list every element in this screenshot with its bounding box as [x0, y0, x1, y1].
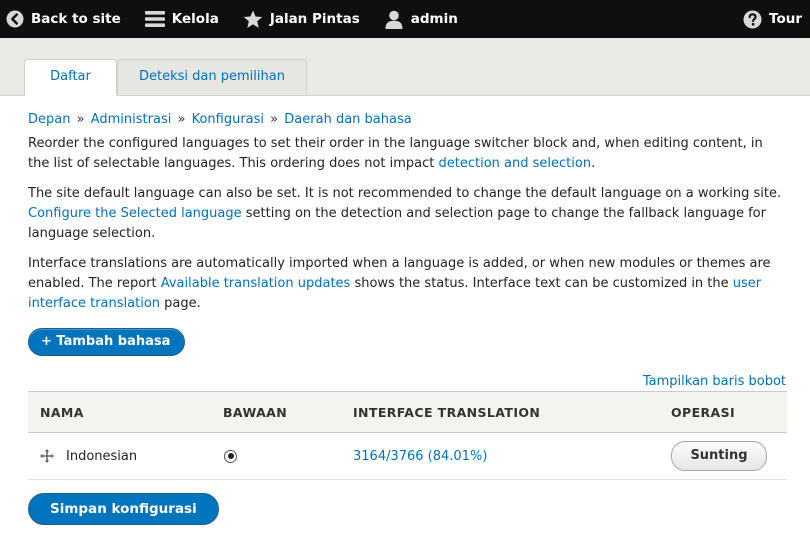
user-label: admin — [410, 11, 458, 27]
intro-text: . — [591, 156, 596, 171]
intro-text: The site default language can also be se… — [28, 186, 782, 201]
column-header-default: BAWAAN — [223, 391, 353, 433]
back-arrow-icon — [6, 10, 24, 28]
tour-button[interactable]: Tour — [743, 0, 802, 38]
edit-button[interactable]: Sunting — [671, 441, 767, 471]
primary-tabs: Daftar Deteksi dan pemilihan — [0, 38, 810, 96]
tab-list[interactable]: Daftar — [24, 59, 117, 96]
breadcrumb-regional-language[interactable]: Daerah dan bahasa — [284, 112, 411, 127]
user-icon — [384, 10, 404, 29]
translation-updates-link[interactable]: Available translation updates — [161, 276, 351, 291]
translation-status-link[interactable]: 3164/3766 (84.01%) — [353, 449, 487, 464]
back-to-site-label: Back to site — [31, 11, 121, 27]
show-row-weights-link[interactable]: Tampilkan baris bobot — [643, 374, 786, 389]
breadcrumb-configuration[interactable]: Konfigurasi — [192, 112, 264, 127]
tab-detection-selection[interactable]: Deteksi dan pemilihan — [117, 59, 307, 94]
drag-handle-icon[interactable] — [40, 449, 54, 463]
detection-selection-link[interactable]: detection and selection — [439, 156, 592, 171]
language-name: Indonesian — [66, 448, 138, 464]
breadcrumb-separator: » — [270, 112, 279, 127]
shortcuts-menu-button[interactable]: Jalan Pintas — [231, 0, 372, 38]
manage-menu-button[interactable]: Kelola — [133, 0, 231, 38]
back-to-site-link[interactable]: Back to site — [0, 0, 133, 38]
intro-text: Reorder the configured languages to set … — [28, 136, 763, 171]
intro-text: shows the status. Interface text can be … — [350, 276, 733, 291]
configure-selected-language-link[interactable]: Configure the Selected language — [28, 206, 242, 221]
table-row: Indonesian 3164/3766 (84.01%) Sunting — [28, 432, 787, 480]
operations-cell: Sunting — [671, 432, 787, 480]
breadcrumb-home[interactable]: Depan — [28, 112, 70, 127]
column-header-name: NAMA — [28, 391, 223, 433]
hamburger-icon — [144, 10, 165, 28]
translation-cell: 3164/3766 (84.01%) — [353, 432, 671, 480]
admin-toolbar: Back to site Kelola Jalan Pintas admin T… — [0, 0, 810, 38]
breadcrumb-administration[interactable]: Administrasi — [91, 112, 172, 127]
column-header-operations: OPERASI — [671, 391, 787, 433]
tour-label: Tour — [769, 11, 802, 27]
manage-label: Kelola — [171, 11, 219, 27]
help-icon — [743, 10, 762, 29]
languages-table: NAMA BAWAAN INTERFACE TRANSLATION OPERAS… — [28, 391, 787, 480]
main-content: Depan » Administrasi » Konfigurasi » Dae… — [28, 112, 788, 525]
column-header-interface-translation: INTERFACE TRANSLATION — [353, 391, 671, 433]
intro-paragraph-ordering: Reorder the configured languages to set … — [28, 134, 788, 174]
intro-paragraph-translations: Interface translations are automatically… — [28, 254, 788, 314]
star-icon — [243, 10, 263, 29]
language-name-cell: Indonesian — [28, 432, 223, 480]
default-language-radio[interactable] — [224, 449, 237, 463]
table-header-row: NAMA BAWAAN INTERFACE TRANSLATION OPERAS… — [28, 391, 787, 433]
breadcrumb: Depan » Administrasi » Konfigurasi » Dae… — [28, 112, 788, 127]
add-language-button[interactable]: + Tambah bahasa — [28, 328, 186, 356]
breadcrumb-separator: » — [76, 112, 85, 127]
intro-paragraph-default: The site default language can also be se… — [28, 184, 788, 244]
breadcrumb-separator: » — [177, 112, 186, 127]
shortcuts-label: Jalan Pintas — [269, 11, 360, 27]
default-cell — [223, 432, 353, 480]
user-menu-button[interactable]: admin — [372, 0, 470, 38]
save-configuration-button[interactable]: Simpan konfigurasi — [28, 493, 219, 525]
intro-text: page. — [160, 296, 201, 311]
